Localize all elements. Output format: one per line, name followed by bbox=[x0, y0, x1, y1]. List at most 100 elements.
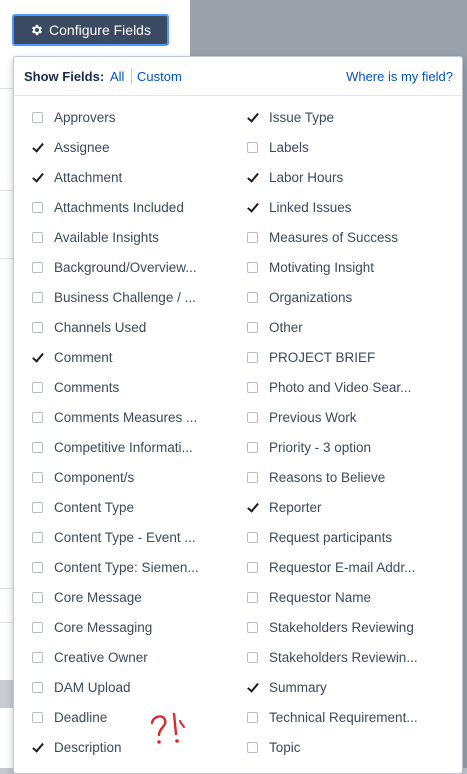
checkbox-checked[interactable] bbox=[32, 352, 43, 363]
checkbox-unchecked[interactable] bbox=[247, 591, 258, 603]
field-option[interactable]: Component/s bbox=[32, 462, 242, 492]
field-option[interactable]: Labels bbox=[247, 132, 457, 162]
field-option[interactable]: Measures of Success bbox=[247, 222, 457, 252]
field-option[interactable]: Other bbox=[247, 312, 457, 342]
checkbox-unchecked[interactable] bbox=[32, 231, 43, 243]
field-option[interactable]: Content Type - Event ... bbox=[32, 522, 242, 552]
field-option[interactable]: Topic bbox=[247, 732, 457, 762]
checkbox-unchecked[interactable] bbox=[32, 621, 43, 633]
checkbox-unchecked[interactable] bbox=[32, 411, 43, 423]
field-option[interactable]: Organizations bbox=[247, 282, 457, 312]
field-option[interactable]: Approvers bbox=[32, 102, 242, 132]
field-option-label: Issue Type bbox=[269, 109, 335, 125]
field-option[interactable]: Requestor Name bbox=[247, 582, 457, 612]
field-option[interactable]: PROJECT BRIEF bbox=[247, 342, 457, 372]
checkbox-checked[interactable] bbox=[247, 682, 258, 693]
checkbox-checked[interactable] bbox=[247, 502, 258, 513]
field-option[interactable]: Background/Overview... bbox=[32, 252, 242, 282]
field-option[interactable]: Core Messaging bbox=[32, 612, 242, 642]
checkbox-checked[interactable] bbox=[32, 172, 43, 183]
checkbox-unchecked[interactable] bbox=[32, 261, 43, 273]
field-option[interactable]: Photo and Video Sear... bbox=[247, 372, 457, 402]
checkbox-unchecked[interactable] bbox=[247, 351, 258, 363]
field-option-label: Content Type - Event ... bbox=[54, 529, 196, 545]
checkbox-unchecked[interactable] bbox=[32, 681, 43, 693]
checkbox-unchecked[interactable] bbox=[247, 291, 258, 303]
checkbox-checked[interactable] bbox=[32, 742, 43, 753]
checkbox-unchecked[interactable] bbox=[247, 471, 258, 483]
configure-fields-button[interactable]: Configure Fields bbox=[12, 14, 169, 46]
field-option[interactable]: Reporter bbox=[247, 492, 457, 522]
checkbox-unchecked[interactable] bbox=[32, 561, 43, 573]
field-option[interactable]: Technical Requirement... bbox=[247, 702, 457, 732]
checkbox-unchecked[interactable] bbox=[247, 411, 258, 423]
checkbox-unchecked[interactable] bbox=[247, 381, 258, 393]
show-all-link[interactable]: All bbox=[110, 69, 124, 84]
field-option[interactable]: Content Type: Siemen... bbox=[32, 552, 242, 582]
field-option[interactable]: Content Type bbox=[32, 492, 242, 522]
field-option[interactable]: Comments bbox=[32, 372, 242, 402]
checkbox-unchecked[interactable] bbox=[32, 531, 43, 543]
field-option[interactable]: Priority - 3 option bbox=[247, 432, 457, 462]
show-custom-link[interactable]: Custom bbox=[137, 69, 182, 84]
header-separator bbox=[131, 68, 132, 84]
field-option[interactable]: Channels Used bbox=[32, 312, 242, 342]
field-option[interactable]: Reasons to Believe bbox=[247, 462, 457, 492]
field-option[interactable]: DAM Upload bbox=[32, 672, 242, 702]
checkbox-checked[interactable] bbox=[247, 202, 258, 213]
checkbox-unchecked[interactable] bbox=[247, 711, 258, 723]
checkbox-unchecked[interactable] bbox=[247, 261, 258, 273]
field-option[interactable]: Attachment bbox=[32, 162, 242, 192]
field-option[interactable]: Stakeholders Reviewing bbox=[247, 612, 457, 642]
where-is-my-field-link[interactable]: Where is my field? bbox=[346, 69, 453, 84]
checkbox-unchecked[interactable] bbox=[247, 531, 258, 543]
checkbox-unchecked[interactable] bbox=[32, 591, 43, 603]
field-option[interactable]: Comments Measures ... bbox=[32, 402, 242, 432]
checkbox-unchecked[interactable] bbox=[32, 291, 43, 303]
checkbox-unchecked[interactable] bbox=[32, 711, 43, 723]
field-option[interactable]: Previous Work bbox=[247, 402, 457, 432]
field-option-label: Channels Used bbox=[54, 319, 147, 335]
field-option[interactable]: Issue Type bbox=[247, 102, 457, 132]
checkbox-checked[interactable] bbox=[32, 142, 43, 153]
checkbox-unchecked[interactable] bbox=[32, 321, 43, 333]
field-option[interactable]: Summary bbox=[247, 672, 457, 702]
checkbox-unchecked[interactable] bbox=[247, 561, 258, 573]
checkbox-unchecked[interactable] bbox=[32, 471, 43, 483]
checkbox-unchecked[interactable] bbox=[247, 651, 258, 663]
checkbox-unchecked[interactable] bbox=[247, 741, 258, 753]
field-option[interactable]: Attachments Included bbox=[32, 192, 242, 222]
field-option[interactable]: Request participants bbox=[247, 522, 457, 552]
field-option[interactable]: Motivating Insight bbox=[247, 252, 457, 282]
field-option[interactable]: Linked Issues bbox=[247, 192, 457, 222]
field-option[interactable]: Comment bbox=[32, 342, 242, 372]
field-option[interactable]: Deadline bbox=[32, 702, 242, 732]
field-option[interactable]: Creative Owner bbox=[32, 642, 242, 672]
checkbox-checked[interactable] bbox=[247, 172, 258, 183]
checkbox-unchecked[interactable] bbox=[32, 651, 43, 663]
checkbox-checked[interactable] bbox=[247, 112, 258, 123]
checkbox-unchecked[interactable] bbox=[32, 111, 43, 123]
field-option[interactable]: Requestor E-mail Addr... bbox=[247, 552, 457, 582]
field-option[interactable]: Available Insights bbox=[32, 222, 242, 252]
field-option-label: Stakeholders Reviewing bbox=[269, 619, 414, 635]
checkbox-unchecked[interactable] bbox=[32, 201, 43, 213]
checkbox-unchecked[interactable] bbox=[247, 231, 258, 243]
checkbox-unchecked[interactable] bbox=[247, 321, 258, 333]
checkbox-unchecked[interactable] bbox=[247, 141, 258, 153]
field-option[interactable]: Stakeholders Reviewin... bbox=[247, 642, 457, 672]
field-option[interactable]: Description bbox=[32, 732, 242, 762]
checkbox-unchecked[interactable] bbox=[247, 441, 258, 453]
field-option[interactable]: Labor Hours bbox=[247, 162, 457, 192]
field-option[interactable]: Business Challenge / ... bbox=[32, 282, 242, 312]
checkbox-unchecked[interactable] bbox=[32, 381, 43, 393]
field-option[interactable]: Assignee bbox=[32, 132, 242, 162]
field-option-label: Priority - 3 option bbox=[269, 439, 372, 455]
checkbox-unchecked[interactable] bbox=[32, 441, 43, 453]
field-option[interactable]: Competitive Informati... bbox=[32, 432, 242, 462]
checkbox-unchecked[interactable] bbox=[32, 501, 43, 513]
field-option[interactable]: Core Message bbox=[32, 582, 242, 612]
field-option-label: Linked Issues bbox=[269, 199, 352, 215]
checkbox-unchecked[interactable] bbox=[247, 621, 258, 633]
configure-fields-panel: Show Fields: All Custom Where is my fiel… bbox=[13, 56, 463, 774]
